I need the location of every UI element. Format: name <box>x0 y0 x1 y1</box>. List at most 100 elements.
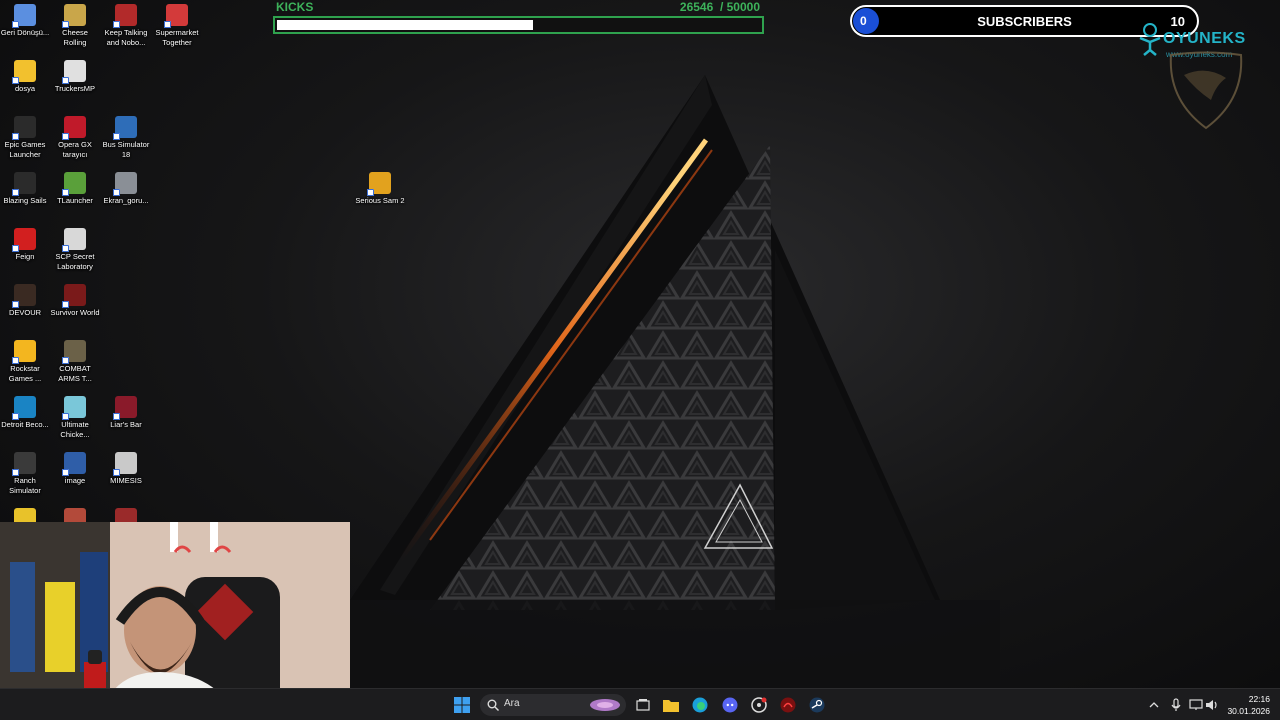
desktop-icon[interactable]: TruckersMP <box>50 60 100 94</box>
epic-games-icon <box>12 116 36 140</box>
desktop-icon[interactable]: Cheese Rolling <box>50 4 100 48</box>
desktop-icon[interactable]: Keep Talking and Nobo... <box>101 4 151 48</box>
desktop-icon[interactable]: image <box>50 452 100 486</box>
desktop-icon-label: Ranch Simulator <box>9 476 41 495</box>
edge-icon[interactable] <box>690 695 710 715</box>
desktop-icon-label: image <box>64 476 86 485</box>
msi-dragon-shield-icon <box>1169 51 1243 130</box>
supermarket-together-icon <box>164 4 188 28</box>
kicks-goal: / 50000 <box>719 0 760 14</box>
clock-date[interactable]: 30.01.2026 <box>1222 706 1270 716</box>
volume-icon[interactable] <box>1202 695 1222 715</box>
desktop-icon[interactable]: DEVOUR <box>0 284 50 318</box>
desktop-icon[interactable]: Opera GX tarayıcı <box>50 116 100 160</box>
desktop-icon-label: SCP Secret Laboratory <box>55 252 95 271</box>
taskbar: Ara 22:16 30.01.2026 <box>0 688 1280 720</box>
desktop-icon-label: Ekran_goru... <box>103 196 149 205</box>
desktop-icon-label: Epic Games Launcher <box>4 140 46 159</box>
chevron-up-icon[interactable] <box>1144 695 1164 715</box>
desktop-icon[interactable]: Epic Games Launcher <box>0 116 50 160</box>
discord-icon[interactable] <box>720 695 740 715</box>
task-view-icon[interactable] <box>633 695 653 715</box>
search-icon <box>487 699 499 711</box>
scp-icon <box>62 228 86 252</box>
brand-name: OYUNEKS <box>1163 30 1246 47</box>
desktop-icon[interactable]: Blazing Sails <box>0 172 50 206</box>
windows-start-icon[interactable] <box>452 695 472 715</box>
devour-icon <box>12 284 36 308</box>
desktop-icon-label: Supermarket Together <box>155 28 199 47</box>
detroit-icon <box>12 396 36 420</box>
desktop-icon[interactable]: Feign <box>0 228 50 262</box>
folder-icon <box>12 60 36 84</box>
file-explorer-icon[interactable] <box>661 695 681 715</box>
desktop-icon-label: Geri Dönüşü... <box>0 28 50 37</box>
kicks-progress-track <box>273 16 764 34</box>
desktop-icon[interactable]: Serious Sam 2 <box>355 172 405 206</box>
mimesis-icon <box>113 452 137 476</box>
desktop-icon-label: DEVOUR <box>8 308 42 317</box>
desktop-icon[interactable]: Ranch Simulator <box>0 452 50 496</box>
ranch-simulator-icon <box>12 452 36 476</box>
tlauncher-icon <box>62 172 86 196</box>
cheese-rolling-icon <box>62 4 86 28</box>
search-highlight-icon <box>590 699 620 711</box>
desktop-icon[interactable]: TLauncher <box>50 172 100 206</box>
kicks-count: 26546 / 50000 <box>680 0 760 14</box>
opera-gx-icon <box>62 116 86 140</box>
desktop-icon-label: Feign <box>15 252 35 261</box>
image-file-icon <box>62 452 86 476</box>
desktop-icon-label: Survivor World <box>50 308 100 317</box>
feign-icon <box>12 228 36 252</box>
desktop-icon-label: MIMESIS <box>110 476 142 485</box>
recycle-bin-icon <box>12 4 36 28</box>
blazing-sails-icon <box>12 172 36 196</box>
desktop-icon-label: Detroit Beco... <box>1 420 49 429</box>
msi-icon[interactable] <box>778 695 798 715</box>
desktop-icon-label: TruckersMP <box>54 84 96 93</box>
desktop-icon-label: Opera GX tarayıcı <box>58 140 92 159</box>
clock-time[interactable]: 22:16 <box>1230 694 1270 704</box>
desktop-icon[interactable]: Geri Dönüşü... <box>0 4 50 38</box>
desktop-icon-label: Keep Talking and Nobo... <box>104 28 148 47</box>
desktop-icon-label: COMBAT ARMS T... <box>58 364 92 383</box>
desktop: Geri Dönüşü... Cheese Rolling Keep Talking… <box>0 0 1280 720</box>
kicks-goal-bar: KICKS 26546 / 50000 <box>273 0 764 36</box>
search-placeholder: Ara <box>504 698 520 709</box>
desktop-icon-label: dosya <box>14 84 35 93</box>
brand-watermark: OYUNEKS www.oyuneks.com <box>1136 22 1276 142</box>
desktop-icon[interactable]: MIMESIS <box>101 452 151 486</box>
serious-sam-icon <box>367 172 391 196</box>
desktop-icon[interactable]: SCP Secret Laboratory <box>50 228 100 272</box>
kicks-current: 26546 <box>679 0 714 14</box>
steam-helper-icon[interactable] <box>749 695 769 715</box>
steam-icon[interactable] <box>807 695 827 715</box>
desktop-icon[interactable]: Supermarket Together <box>152 4 202 48</box>
kicks-progress-fill <box>277 20 533 30</box>
desktop-icon[interactable]: Detroit Beco... <box>0 396 50 430</box>
desktop-icon-label: Cheese Rolling <box>62 28 88 47</box>
bus-simulator-icon <box>113 116 137 140</box>
desktop-icon[interactable]: COMBAT ARMS T... <box>50 340 100 384</box>
kicks-title: KICKS <box>276 0 314 14</box>
desktop-icon[interactable]: Survivor World <box>50 284 100 318</box>
desktop-icon-label: Bus Simulator 18 <box>102 140 150 159</box>
desktop-icon[interactable]: dosya <box>0 60 50 94</box>
ultimate-chicken-icon <box>62 396 86 420</box>
keep-talking-icon <box>113 4 137 28</box>
desktop-icon[interactable]: Ekran_goru... <box>101 172 151 206</box>
truckersmp-icon <box>62 60 86 84</box>
desktop-icon-label: Ultimate Chicke... <box>60 420 90 439</box>
desktop-icon[interactable]: Ultimate Chicke... <box>50 396 100 440</box>
liars-bar-icon <box>113 396 137 420</box>
desktop-icon-label: Liar's Bar <box>110 420 142 429</box>
mascot-icon <box>1139 23 1161 56</box>
rockstar-icon <box>12 340 36 364</box>
desktop-icon-label: TLauncher <box>57 196 93 205</box>
combat-arms-icon <box>62 340 86 364</box>
taskbar-search-box[interactable]: Ara <box>480 694 626 716</box>
microphone-icon[interactable] <box>1166 695 1186 715</box>
desktop-icon[interactable]: Rockstar Games ... <box>0 340 50 384</box>
desktop-icon[interactable]: Liar's Bar <box>101 396 151 430</box>
desktop-icon[interactable]: Bus Simulator 18 <box>101 116 151 160</box>
